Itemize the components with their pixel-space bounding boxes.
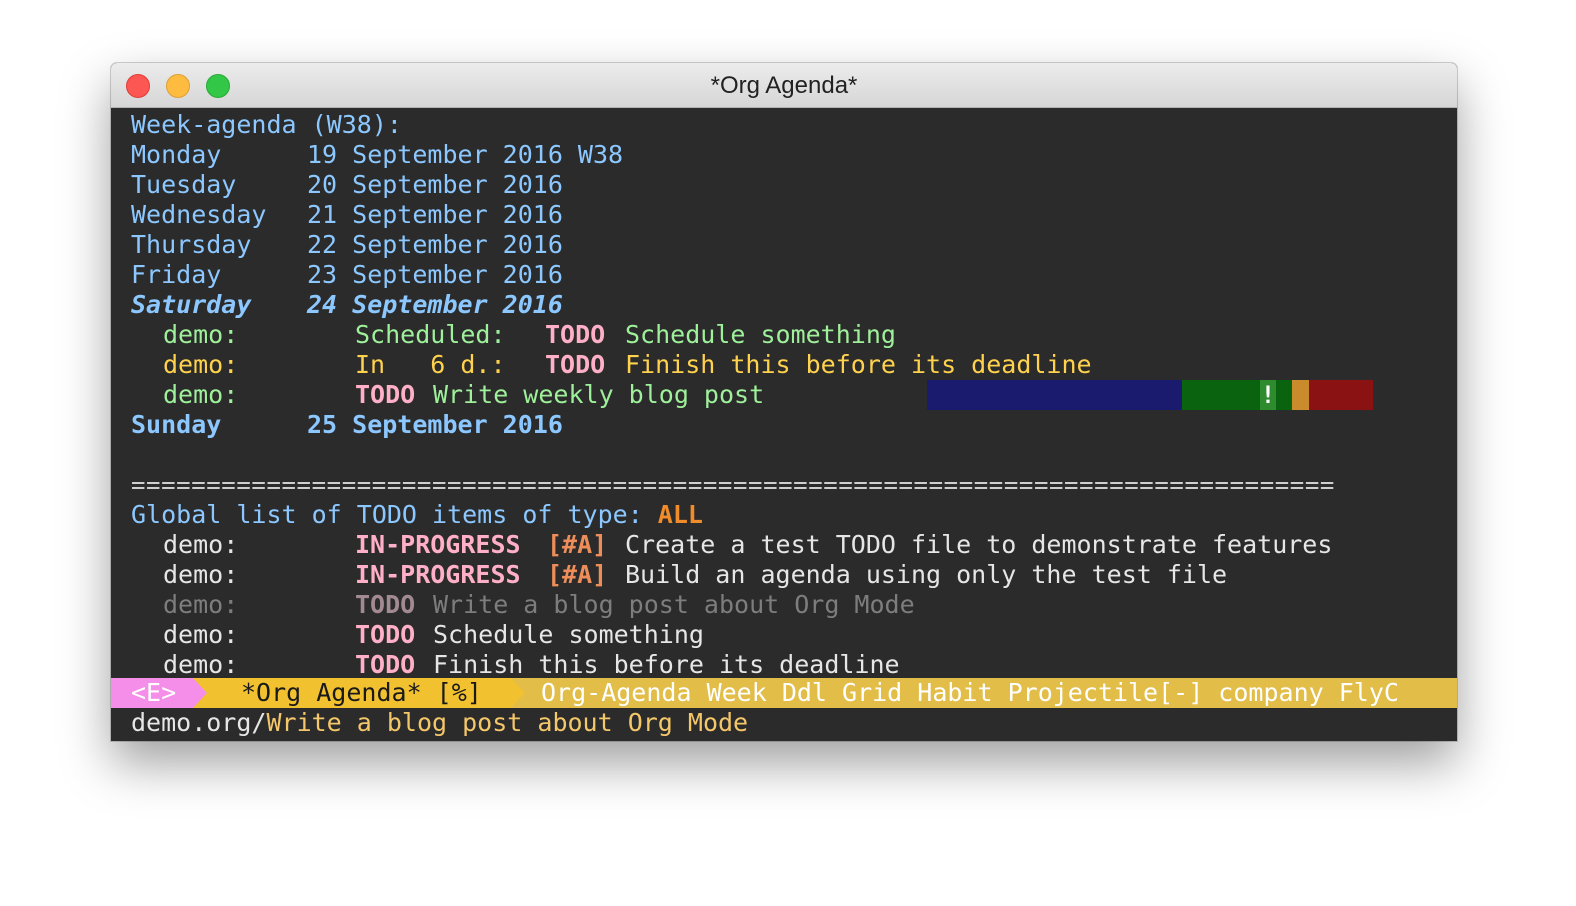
item-title: Create a test TODO file to demonstrate f… (625, 530, 1333, 559)
habit-segment (1309, 380, 1373, 410)
todo-item[interactable]: demo: IN-PROGRESS [#A] Build an agenda u… (131, 560, 1431, 590)
agenda-item[interactable]: demo: In 6 d.: TODO Finish this before i… (131, 350, 1231, 380)
item-category: demo: (163, 560, 239, 589)
day-date: 25 September 2016 (307, 410, 563, 439)
evil-state-indicator: <E> (131, 678, 177, 707)
title-bar: *Org Agenda* (111, 63, 1457, 108)
block-separator: ========================================… (131, 471, 1335, 499)
day-line[interactable]: Friday 23 September 2016 (131, 260, 731, 290)
item-title: Build an agenda using only the test file (625, 560, 1228, 589)
item-scheduled: Scheduled: (355, 320, 506, 349)
habit-segment (1276, 380, 1292, 410)
day-date: 20 September 2016 (307, 170, 563, 199)
todo-item-blocked[interactable]: demo: TODO Write a blog post about Org M… (131, 590, 1431, 620)
todo-keyword: TODO (355, 620, 416, 649)
item-title: Write weekly blog post (433, 380, 765, 409)
item-deadline: In 6 d.: (355, 350, 506, 379)
echo-area: demo.org/Write a blog post about Org Mod… (131, 708, 748, 738)
agenda-buffer: Week-agenda (W38): Monday 19 September 2… (111, 108, 1457, 741)
priority-cookie: [#A] (547, 530, 608, 559)
todo-item[interactable]: demo: TODO Finish this before its deadli… (131, 650, 1431, 680)
window-title: *Org Agenda* (710, 72, 858, 99)
day-name: Friday (131, 260, 222, 289)
day-line[interactable]: Tuesday 20 September 2016 (131, 170, 731, 200)
todo-item[interactable]: demo: TODO Schedule something (131, 620, 1431, 650)
item-category: demo: (163, 530, 239, 559)
agenda-item-habit[interactable]: demo: TODO Write weekly blog post (131, 380, 911, 410)
todo-type: ALL (657, 500, 703, 529)
item-category: demo: (163, 620, 239, 649)
week-agenda-header: Week-agenda (W38): (131, 110, 402, 139)
echo-heading: Write a blog post about Org Mode (266, 708, 749, 737)
item-title: Schedule something (433, 620, 704, 649)
day-line-today[interactable]: Saturday 24 September 2016 (131, 290, 731, 320)
priority-cookie: [#A] (547, 560, 608, 589)
todo-item[interactable]: demo: IN-PROGRESS [#A] Create a test TOD… (131, 530, 1431, 560)
day-date: 21 September 2016 (307, 200, 563, 229)
habit-segment (1292, 380, 1309, 410)
habit-segment (1182, 380, 1260, 410)
todo-keyword: TODO (355, 380, 416, 409)
day-line[interactable]: Wednesday 21 September 2016 (131, 200, 731, 230)
day-name: Wednesday (131, 200, 267, 229)
day-date: 24 September 2016 (307, 290, 563, 319)
todo-keyword: TODO (355, 590, 416, 619)
item-title: Finish this before its deadline (433, 650, 900, 679)
item-title: Finish this before its deadline (625, 350, 1092, 379)
day-date: 19 September 2016 W38 (307, 140, 624, 169)
day-name: Saturday (131, 290, 252, 319)
day-name: Sunday (131, 410, 222, 439)
global-list-header: Global list of TODO items of type: ALL (131, 500, 703, 530)
item-category: demo: (163, 590, 239, 619)
day-line[interactable]: Thursday 22 September 2016 (131, 230, 731, 260)
habit-consistency-graph: ! (927, 380, 1373, 410)
day-name: Thursday (131, 230, 252, 259)
habit-today-mark: ! (1260, 380, 1276, 410)
todo-keyword: TODO (545, 350, 606, 379)
item-category: demo: (163, 320, 239, 349)
minor-modes: Org-Agenda Week Ddl Grid Habit Projectil… (541, 678, 1399, 707)
day-line[interactable]: Sunday 25 September 2016 (131, 410, 731, 440)
todo-keyword: IN-PROGRESS (355, 530, 521, 559)
mode-line[interactable]: <E> *Org Agenda* [%] Org-Agenda Week Ddl… (111, 678, 1457, 708)
day-line[interactable]: Monday 19 September 2016 W38 (131, 140, 731, 170)
item-title: Write a blog post about Org Mode (433, 590, 915, 619)
todo-keyword: TODO (545, 320, 606, 349)
item-category: demo: (163, 350, 239, 379)
day-name: Monday (131, 140, 222, 169)
echo-file-path: demo.org/ (131, 708, 267, 737)
todo-keyword: TODO (355, 650, 416, 679)
agenda-item[interactable]: demo: Scheduled: TODO Schedule something (131, 320, 1231, 350)
global-list-title: Global list of TODO items of type: (131, 500, 658, 529)
day-name: Tuesday (131, 170, 237, 199)
item-category: demo: (163, 650, 239, 679)
day-date: 22 September 2016 (307, 230, 563, 259)
item-title: Schedule something (625, 320, 896, 349)
item-category: demo: (163, 380, 239, 409)
buffer-name: *Org Agenda* [%] (241, 678, 482, 707)
emacs-window: *Org Agenda* Week-agenda (W38): Monday 1… (111, 63, 1457, 741)
habit-segment (927, 380, 1182, 410)
todo-keyword: IN-PROGRESS (355, 560, 521, 589)
day-date: 23 September 2016 (307, 260, 563, 289)
